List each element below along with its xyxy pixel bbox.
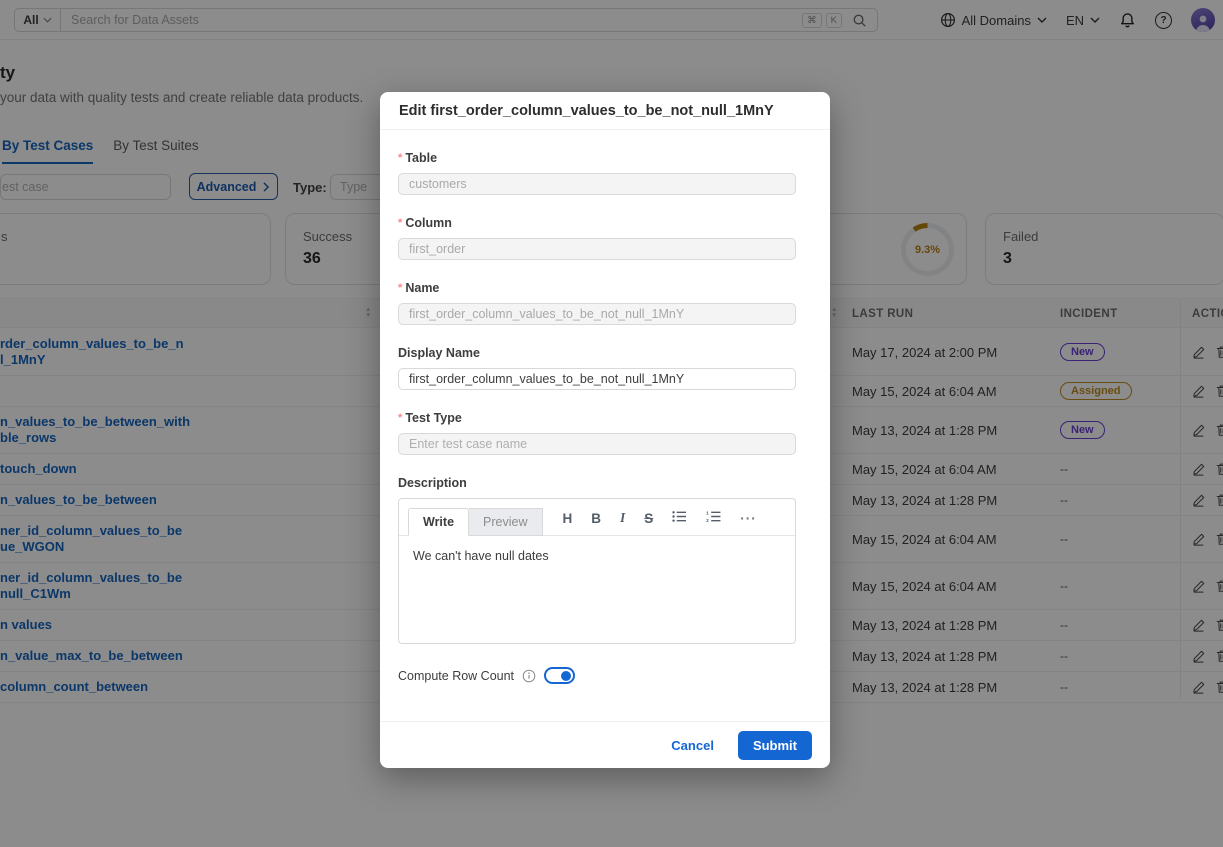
test-type-field-input [398,433,796,455]
screen: All ⌘ K All Domains EN ? [0,0,1223,847]
compute-row-count-toggle[interactable] [544,667,575,684]
info-icon[interactable] [522,669,536,683]
more-options-icon[interactable]: ··· [740,511,757,526]
modal-footer: Cancel Submit [380,721,830,768]
column-field-label: Column [398,216,796,230]
compute-row-count-label: Compute Row Count [398,669,514,683]
edit-test-case-modal: Edit first_order_column_values_to_be_not… [380,92,830,768]
column-field-input [398,238,796,260]
modal-title: Edit first_order_column_values_to_be_not… [380,92,830,130]
description-text[interactable]: We can't have null dates [399,536,795,576]
display-name-field-input[interactable] [398,368,796,390]
bullet-list-icon[interactable] [672,510,687,526]
toggle-knob [561,671,571,681]
test-type-field-label: Test Type [398,411,796,425]
cancel-button[interactable]: Cancel [671,738,714,753]
name-field-label: Name [398,281,796,295]
name-field-input [398,303,796,325]
display-name-field-label: Display Name [398,346,796,360]
table-field-input [398,173,796,195]
numbered-list-icon[interactable]: 12 [706,510,721,526]
editor-toolbar: Write Preview H B I S 12 [399,499,795,536]
heading-icon[interactable]: H [563,511,573,526]
submit-button[interactable]: Submit [738,731,812,760]
table-field-label: Table [398,151,796,165]
markdown-editor: Write Preview H B I S 12 [398,498,796,644]
description-field-label: Description [398,476,796,490]
svg-text:1: 1 [706,510,709,516]
svg-text:2: 2 [706,518,709,523]
italic-icon[interactable]: I [620,510,625,526]
strikethrough-icon[interactable]: S [644,511,653,526]
editor-tab-write[interactable]: Write [408,508,469,536]
editor-tab-preview[interactable]: Preview [469,508,542,536]
bold-icon[interactable]: B [591,511,601,526]
